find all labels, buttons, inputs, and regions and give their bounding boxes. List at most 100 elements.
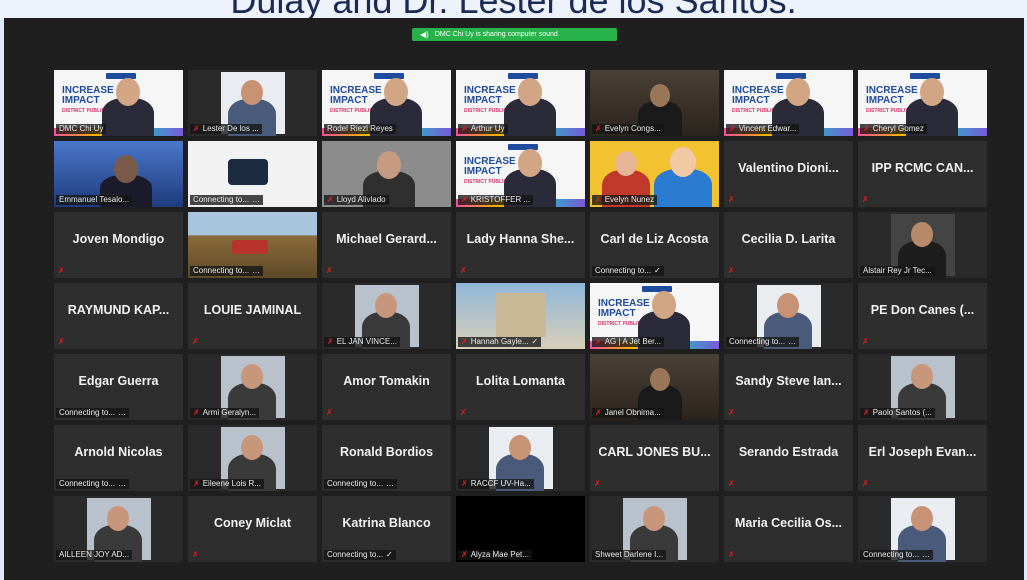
participant-tile[interactable]: Coney Miclat ✗	[188, 496, 317, 562]
participant-tile[interactable]: Arnold Nicolas Connecting to...…	[54, 425, 183, 491]
participant-tile[interactable]: LOUIE JAMINAL ✗	[188, 283, 317, 349]
share-status-banner[interactable]: ◀) DMC Chi Uy is sharing computer sound	[412, 28, 617, 41]
participant-label-text: Armi Geralyn...	[202, 408, 257, 417]
person-head	[650, 84, 670, 107]
muted-mic-icon: ✗	[460, 408, 467, 417]
participant-tile[interactable]: Amor Tomakin ✗	[322, 354, 451, 420]
muted-mic-icon: ✗	[327, 195, 334, 204]
participant-tile[interactable]: Lady Hanna She... ✗	[456, 212, 585, 278]
connection-status-icon: …	[118, 479, 127, 488]
participant-tile[interactable]: Edgar Guerra Connecting to...…	[54, 354, 183, 420]
participant-tile[interactable]: INCREASE IMPACT DISTRICT PUBLIC IMAGE ✗ KRIS…	[456, 141, 585, 207]
participant-tile[interactable]: Connecting to...…	[188, 212, 317, 278]
participant-tile[interactable]: IPP RCMC CAN... ✗	[858, 141, 987, 207]
participant-tile[interactable]: Emmanuel Tesalo...	[54, 141, 183, 207]
participant-label-text: Connecting to...	[193, 195, 250, 204]
participant-tile[interactable]: PE Don Canes (... ✗	[858, 283, 987, 349]
participant-tile[interactable]: Lolita Lomanta ✗	[456, 354, 585, 420]
participant-label: Emmanuel Tesalo...	[56, 195, 133, 205]
participant-tile[interactable]: RAYMUND KAP... ✗	[54, 283, 183, 349]
participant-label-text: Janel Obnima...	[604, 408, 661, 417]
participant-label-text: Shweet Darlene I...	[595, 550, 664, 559]
person-head	[518, 149, 542, 177]
participant-label: ✗ Alyza Mae Pet...	[458, 550, 532, 560]
participant-tile[interactable]: ✗ RACCF UV-Ha...	[456, 425, 585, 491]
participant-tile[interactable]: INCREASE IMPACT DISTRICT PUBLIC IMAGE Rodel…	[322, 70, 451, 136]
participant-tile[interactable]: ✗ EL JAN VINCE...	[322, 283, 451, 349]
participant-tile[interactable]: Valentino Dioni... ✗	[724, 141, 853, 207]
participant-name: Katrina Blanco	[342, 516, 431, 530]
participant-tile[interactable]: Connecting to...…	[724, 283, 853, 349]
participant-tile[interactable]: Carl de Liz Acosta Connecting to... ✓	[590, 212, 719, 278]
participant-tile[interactable]: Joven Mondigo ✗	[54, 212, 183, 278]
participant-tile[interactable]: ✗ Alyza Mae Pet...	[456, 496, 585, 562]
participant-name: Cecilia D. Larita	[741, 232, 836, 246]
participant-tile[interactable]: Maria Cecilia Os... ✗	[724, 496, 853, 562]
participant-label: ✗ Vincent Edwar...	[726, 124, 800, 134]
person-head	[518, 78, 542, 106]
participant-tile[interactable]: CARL JONES BU... ✗	[590, 425, 719, 491]
share-status-text: DMC Chi Uy is sharing computer sound	[434, 31, 558, 38]
muted-mic-icon: ✗	[862, 337, 869, 346]
participant-label: ✗ Evelyn Nunez	[592, 195, 658, 205]
muted-mic-icon: ✗	[192, 550, 199, 559]
participant-name: Arnold Nicolas	[74, 445, 163, 459]
participant-tile[interactable]: Cecilia D. Larita ✗	[724, 212, 853, 278]
participant-name: CARL JONES BU...	[598, 445, 711, 459]
participant-tile[interactable]: ✗ Paolo Santos (...	[858, 354, 987, 420]
participant-tile[interactable]: Alstair Rey Jr Tec...	[858, 212, 987, 278]
participant-tile[interactable]: Michael Gerard... ✗	[322, 212, 451, 278]
participant-tile[interactable]: ✗ Evelyn Nunez	[590, 141, 719, 207]
participant-label-text: Cheryl Gomez	[872, 124, 924, 133]
participant-tile[interactable]: AILLEEN JOY AD...	[54, 496, 183, 562]
muted-mic-icon: ✗	[326, 408, 333, 417]
person-head	[384, 78, 408, 106]
participant-tile[interactable]: INCREASE IMPACT DISTRICT PUBLIC IMAGE ✗ Vinc…	[724, 70, 853, 136]
participant-label-text: Emmanuel Tesalo...	[59, 195, 130, 204]
connection-status-icon: …	[252, 195, 261, 204]
participant-name: Edgar Guerra	[78, 374, 159, 388]
participant-name: Sandy Steve Ian...	[735, 374, 842, 388]
participant-label: ✗ AG | A Jet Ber...	[592, 337, 665, 347]
participant-tile[interactable]: ✗ Eileene Lois R...	[188, 425, 317, 491]
participant-tile[interactable]: Shweet Darlene I...	[590, 496, 719, 562]
participant-tile[interactable]: INCREASE IMPACT DISTRICT PUBLIC IMAGE ✗ Cher…	[858, 70, 987, 136]
muted-mic-icon: ✗	[595, 408, 602, 417]
participant-tile[interactable]: ✗ Janel Obnima...	[590, 354, 719, 420]
participant-label: Shweet Darlene I...	[592, 550, 667, 560]
participant-tile[interactable]: INCREASE IMPACT DISTRICT PUBLIC IMAGE ✗ AG |…	[590, 283, 719, 349]
participant-label-text: Connecting to...	[327, 550, 384, 559]
participant-tile[interactable]: Serando Estrada ✗	[724, 425, 853, 491]
participant-label-text: RACCF UV-Ha...	[470, 479, 531, 488]
gallery-grid: INCREASE IMPACT DISTRICT PUBLIC IMAGE DMC C…	[54, 70, 994, 570]
participant-tile[interactable]: ✗ Evelyn Congs...	[590, 70, 719, 136]
participant-tile[interactable]: Connecting to...…	[188, 141, 317, 207]
participant-tile[interactable]: Sandy Steve Ian... ✗	[724, 354, 853, 420]
participant-tile[interactable]: INCREASE IMPACT DISTRICT PUBLIC IMAGE DMC C…	[54, 70, 183, 136]
person-head	[670, 147, 696, 177]
participant-label-text: Evelyn Nunez	[604, 195, 655, 204]
participant-label-text: Connecting to...	[863, 550, 920, 559]
participant-tile[interactable]: Connecting to...…	[858, 496, 987, 562]
participant-tile[interactable]: Katrina Blanco Connecting to... ✓	[322, 496, 451, 562]
participant-tile[interactable]: Erl Joseph Evan... ✗	[858, 425, 987, 491]
participant-name: Carl de Liz Acosta	[600, 232, 709, 246]
participant-tile[interactable]: ✗ Hannah Gayle... ✓	[456, 283, 585, 349]
participant-label-text: Alstair Rey Jr Tec...	[863, 266, 932, 275]
participant-label: Rodel Riezl Reyes	[324, 124, 396, 134]
muted-mic-icon: ✗	[862, 479, 869, 488]
participant-tile[interactable]: ✗ Lester De los ...	[188, 70, 317, 136]
participant-label: ✗ Paolo Santos (...	[860, 408, 935, 418]
connection-status-icon: …	[252, 266, 261, 275]
participant-tile[interactable]: INCREASE IMPACT DISTRICT PUBLIC IMAGE ✗ Arth…	[456, 70, 585, 136]
participant-label-text: Eileene Lois R...	[202, 479, 261, 488]
participant-tile[interactable]: Ronald Bordios Connecting to...…	[322, 425, 451, 491]
participant-name: Ronald Bordios	[339, 445, 434, 459]
participant-name: PE Don Canes (...	[870, 303, 975, 317]
connection-status-icon: …	[386, 479, 395, 488]
person-head	[650, 368, 670, 391]
muted-mic-icon: ✗	[729, 124, 736, 133]
participant-tile[interactable]: ✗ Armi Geralyn...	[188, 354, 317, 420]
participant-tile[interactable]: ✗ Lloyd Alivlado	[322, 141, 451, 207]
muted-mic-icon: ✗	[862, 195, 869, 204]
